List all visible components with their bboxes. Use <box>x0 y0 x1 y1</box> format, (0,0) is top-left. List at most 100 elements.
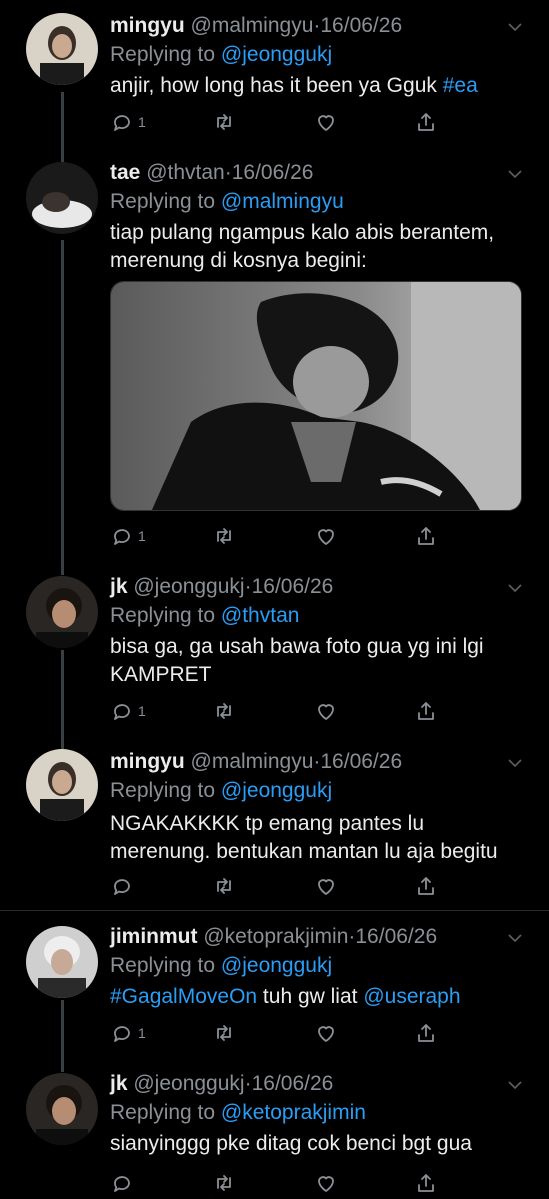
share-button[interactable] <box>414 1170 438 1196</box>
tweet-date[interactable]: 16/06/26 <box>252 1072 334 1095</box>
separator: · <box>244 1072 252 1095</box>
tweet-date[interactable]: 16/06/26 <box>320 750 402 773</box>
like-button[interactable] <box>314 109 338 135</box>
like-icon <box>314 110 338 134</box>
retweet-icon <box>212 1021 236 1045</box>
avatar[interactable] <box>26 576 98 648</box>
retweet-button[interactable] <box>212 1170 236 1196</box>
author-handle[interactable]: @thvtan <box>146 161 225 184</box>
chevron-down-icon[interactable] <box>507 166 523 182</box>
like-icon <box>314 874 338 898</box>
thread-divider <box>0 910 549 911</box>
retweet-button[interactable] <box>212 109 236 135</box>
author-handle[interactable]: @ketoprakjimin <box>203 925 348 948</box>
reply-count: 1 <box>138 528 146 544</box>
replying-mention[interactable]: @ketoprakjimin <box>221 1101 366 1124</box>
replying-to: Replying to @thvtan <box>110 603 299 629</box>
like-button[interactable] <box>314 698 338 724</box>
avatar[interactable] <box>26 13 98 85</box>
mention-link[interactable]: @useraph <box>363 985 460 1008</box>
replying-prefix: Replying to <box>110 1101 221 1124</box>
author-name[interactable]: mingyu <box>110 14 185 37</box>
like-button[interactable] <box>314 523 338 549</box>
tweet-header: jk @jeonggukj·16/06/26 <box>110 1071 333 1097</box>
chevron-down-icon[interactable] <box>507 19 523 35</box>
hashtag-link[interactable]: #ea <box>443 74 478 97</box>
like-button[interactable] <box>314 873 338 899</box>
chevron-down-icon[interactable] <box>507 755 523 771</box>
avatar[interactable] <box>26 162 98 234</box>
author-name[interactable]: tae <box>110 161 140 184</box>
replying-prefix: Replying to <box>110 779 221 802</box>
tweet-date[interactable]: 16/06/26 <box>320 14 402 37</box>
replying-mention[interactable]: @jeonggukj <box>221 779 332 802</box>
author-name[interactable]: jk <box>110 1072 128 1095</box>
tweet[interactable]: jiminmut @ketoprakjimin·16/06/26 Replyin… <box>0 924 549 1054</box>
share-button[interactable] <box>414 109 438 135</box>
replying-mention[interactable]: @thvtan <box>221 604 300 627</box>
avatar[interactable] <box>26 1073 98 1145</box>
tweet-text-line: NGAKAKKKK tp emang pantes lu <box>110 812 425 835</box>
share-button[interactable] <box>414 1020 438 1046</box>
share-button[interactable] <box>414 523 438 549</box>
reply-button[interactable]: 1 <box>110 523 146 549</box>
retweet-button[interactable] <box>212 1020 236 1046</box>
reply-button[interactable]: 1 <box>110 1020 146 1046</box>
share-button[interactable] <box>414 873 438 899</box>
replying-mention[interactable]: @jeonggukj <box>221 43 332 66</box>
share-icon <box>414 1171 438 1195</box>
tweet-text-line: anjir, how long has it been ya Gguk <box>110 74 443 97</box>
tweet-actions: 1 <box>110 698 440 726</box>
reply-button[interactable]: 1 <box>110 698 146 724</box>
chevron-down-icon[interactable] <box>507 930 523 946</box>
replying-to: Replying to @jeonggukj <box>110 42 332 68</box>
tweet-text-line: tiap pulang ngampus kalo abis berantem, <box>110 221 495 244</box>
share-icon <box>414 874 438 898</box>
tweet-media-photo[interactable] <box>110 281 522 511</box>
replying-mention[interactable]: @jeonggukj <box>221 954 332 977</box>
author-name[interactable]: jiminmut <box>110 925 198 948</box>
tweet-header: jiminmut @ketoprakjimin·16/06/26 <box>110 924 437 950</box>
author-name[interactable]: mingyu <box>110 750 185 773</box>
like-button[interactable] <box>314 1170 338 1196</box>
tweet-text-line: tuh gw liat <box>257 985 364 1008</box>
tweet-date[interactable]: 16/06/26 <box>232 161 314 184</box>
retweet-icon <box>212 1171 236 1195</box>
like-button[interactable] <box>314 1020 338 1046</box>
tweet[interactable]: tae @thvtan·16/06/26 Replying to @malmin… <box>0 160 549 560</box>
retweet-button[interactable] <box>212 523 236 549</box>
author-handle[interactable]: @malmingyu <box>191 14 314 37</box>
tweet[interactable]: jk @jeonggukj·16/06/26 Replying to @keto… <box>0 1071 549 1199</box>
tweet[interactable]: mingyu @malmingyu·16/06/26 Replying to @… <box>0 13 549 143</box>
retweet-button[interactable] <box>212 873 236 899</box>
tweet-text: anjir, how long has it been ya Gguk #ea <box>110 72 478 100</box>
replying-prefix: Replying to <box>110 954 221 977</box>
author-name[interactable]: jk <box>110 575 128 598</box>
tweet-text-line: merenung di kosnya begini: <box>110 249 367 272</box>
retweet-icon <box>212 524 236 548</box>
avatar[interactable] <box>26 926 98 998</box>
tweet-actions: 1 <box>110 523 440 551</box>
tweet-date[interactable]: 16/06/26 <box>355 925 437 948</box>
replying-mention[interactable]: @malmingyu <box>221 190 344 213</box>
tweet[interactable]: mingyu @malmingyu·16/06/26 Replying to @… <box>0 749 549 899</box>
tweet-date[interactable]: 16/06/26 <box>252 575 334 598</box>
author-handle[interactable]: @jeonggukj <box>133 1072 244 1095</box>
reply-button[interactable] <box>110 1170 138 1196</box>
reply-button[interactable] <box>110 873 138 899</box>
tweet-actions: 1 <box>110 109 440 137</box>
tweet-header: jk @jeonggukj·16/06/26 <box>110 574 333 600</box>
replying-prefix: Replying to <box>110 43 221 66</box>
reply-button[interactable]: 1 <box>110 109 146 135</box>
chevron-down-icon[interactable] <box>507 1077 523 1093</box>
tweet[interactable]: jk @jeonggukj·16/06/26 Replying to @thvt… <box>0 574 549 724</box>
hashtag-link[interactable]: #GagalMoveOn <box>110 985 257 1008</box>
author-handle[interactable]: @jeonggukj <box>133 575 244 598</box>
author-handle[interactable]: @malmingyu <box>191 750 314 773</box>
share-button[interactable] <box>414 698 438 724</box>
tweet-text-line: sianyinggg pke ditag cok benci bgt gua <box>110 1132 472 1155</box>
retweet-button[interactable] <box>212 698 236 724</box>
retweet-icon <box>212 874 236 898</box>
avatar[interactable] <box>26 749 98 821</box>
chevron-down-icon[interactable] <box>507 580 523 596</box>
